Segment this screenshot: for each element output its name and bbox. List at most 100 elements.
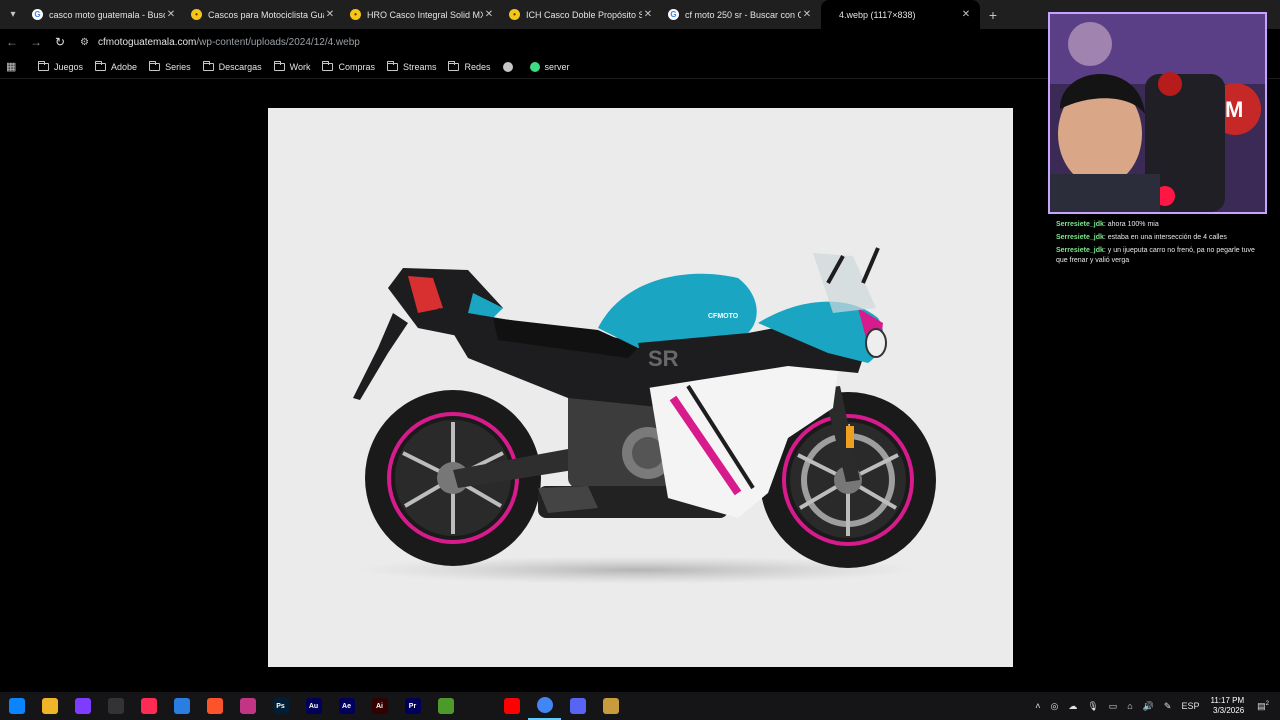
taskbar-app[interactable] bbox=[561, 692, 594, 720]
obs-icon bbox=[74, 698, 91, 714]
bookmark-item[interactable]: Adobe bbox=[95, 60, 138, 72]
taskbar-app[interactable]: Ps bbox=[264, 692, 297, 720]
cat-icon: • bbox=[509, 9, 520, 20]
folder-icon bbox=[38, 60, 49, 71]
taskbar-app[interactable] bbox=[594, 692, 627, 720]
taskbar-app[interactable] bbox=[66, 692, 99, 720]
premiere-icon: Pr bbox=[404, 698, 421, 714]
taskbar-app[interactable] bbox=[495, 692, 528, 720]
bookmark-label: Adobe bbox=[111, 61, 138, 72]
clock[interactable]: 11:17 PM 3/3/2026 bbox=[1210, 696, 1244, 716]
tab-title: Cascos para Motociclista Guatemala bbox=[208, 9, 324, 20]
taskbar-app[interactable]: Ae bbox=[330, 692, 363, 720]
browser-tab[interactable]: • HRO Casco Integral Solid MX331✕ bbox=[344, 0, 503, 29]
tab-search-button[interactable]: ▾ bbox=[0, 0, 26, 29]
taskbar-app[interactable] bbox=[231, 692, 264, 720]
chat-message: Serresiete_jdk: ahora 100% mia bbox=[1056, 221, 1159, 228]
file-explorer-icon bbox=[41, 698, 58, 714]
url-host: cfmotoguatemala.com bbox=[98, 36, 197, 48]
cat-icon: • bbox=[350, 9, 361, 20]
tank-logo: CFMOTO bbox=[708, 313, 739, 320]
motorcycle-image: CFMOTO SR bbox=[353, 247, 936, 584]
close-tab-icon[interactable]: ✕ bbox=[801, 9, 813, 20]
league-icon bbox=[602, 698, 619, 714]
bookmark-label: Redes bbox=[464, 61, 491, 72]
taskbar-app[interactable] bbox=[33, 692, 66, 720]
chat-text: ahora 100% mia bbox=[1107, 221, 1159, 228]
bookmark-label: Series bbox=[165, 61, 191, 72]
notification-count: 2 bbox=[1265, 700, 1269, 707]
volume-icon[interactable]: 🔊 bbox=[1143, 701, 1154, 712]
folder-icon bbox=[386, 60, 398, 71]
close-tab-icon[interactable]: ✕ bbox=[324, 9, 336, 20]
taskbar: Ps Au Ae Ai Pr ˄ ◎ ☁ 🎙 ▭ ⌂ 🔊 ✎ ESP 11:17 PM … bbox=[0, 692, 1280, 720]
bookmark-item[interactable]: Streams bbox=[386, 60, 436, 72]
taskbar-app[interactable]: Ai bbox=[363, 692, 396, 720]
notifications-icon[interactable]: ▤2 bbox=[1257, 701, 1269, 712]
google-icon: G bbox=[32, 9, 43, 20]
taskbar-app[interactable] bbox=[99, 692, 132, 720]
chat-message: Serresiete_jdk: y un ijueputa carro no f… bbox=[1056, 247, 1255, 264]
bookmark-item[interactable]: Series bbox=[149, 60, 191, 72]
folder-icon bbox=[448, 60, 460, 71]
taskbar-app[interactable]: Pr bbox=[396, 692, 429, 720]
bookmark-item[interactable] bbox=[502, 61, 518, 72]
folder-icon bbox=[273, 60, 285, 71]
browser-tab[interactable]: • ICH Casco Doble Propósito Solid✕ bbox=[503, 0, 662, 29]
reload-button[interactable]: ↻ bbox=[48, 29, 72, 55]
close-tab-icon[interactable]: ✕ bbox=[960, 9, 972, 20]
bookmark-item[interactable]: Work bbox=[273, 60, 310, 72]
language-indicator[interactable]: ESP bbox=[1181, 701, 1199, 711]
pen-icon[interactable]: ✎ bbox=[1164, 701, 1172, 712]
taskbar-app[interactable] bbox=[132, 692, 165, 720]
network-icon[interactable]: ⌂ bbox=[1127, 701, 1132, 711]
clock-date: 3/3/2026 bbox=[1213, 706, 1245, 715]
close-tab-icon[interactable]: ✕ bbox=[483, 9, 495, 20]
github-icon bbox=[502, 61, 513, 72]
bookmark-label: Juegos bbox=[54, 61, 84, 72]
vpn-icon[interactable]: ◎ bbox=[1050, 701, 1058, 712]
browser-tab[interactable]: Gcf moto 250 sr - Buscar con Google✕ bbox=[662, 0, 821, 29]
brave-icon bbox=[206, 698, 223, 714]
folder-icon bbox=[95, 60, 107, 71]
taskbar-app[interactable] bbox=[198, 692, 231, 720]
chat-username: Serresiete_jdk bbox=[1056, 247, 1104, 254]
close-tab-icon[interactable]: ✕ bbox=[642, 9, 654, 20]
close-tab-icon[interactable]: ✕ bbox=[165, 9, 177, 20]
browser-tab[interactable]: 4.webp (1117×838) ✕ bbox=[821, 0, 980, 29]
after-effects-icon: Ae bbox=[338, 698, 355, 714]
bookmark-item[interactable]: Descargas bbox=[202, 60, 262, 72]
chevron-up-icon[interactable]: ˄ bbox=[1035, 701, 1040, 711]
headlight bbox=[865, 328, 887, 358]
audition-icon: Au bbox=[305, 698, 322, 714]
taskbar-app[interactable] bbox=[462, 692, 495, 720]
site-info-icon[interactable]: ⚙ bbox=[80, 37, 94, 48]
speedtest-icon bbox=[107, 698, 124, 714]
address-bar[interactable]: ⚙ cfmotoguatemala.com/wp-content/uploads… bbox=[80, 31, 1030, 53]
folder-icon bbox=[202, 60, 214, 71]
streamer-webcam: M bbox=[1050, 14, 1265, 212]
forward-button[interactable]: → bbox=[24, 29, 48, 55]
stream-chat: Serresiete_jdk: ahora 100% mia Serresiete… bbox=[1056, 220, 1266, 269]
taskbar-app[interactable] bbox=[0, 692, 33, 720]
display-icon[interactable]: ▭ bbox=[1109, 701, 1118, 712]
cloud-icon[interactable]: ☁ bbox=[1068, 701, 1077, 712]
new-tab-button[interactable]: + bbox=[980, 7, 1006, 23]
browser-tab[interactable]: Gcasco moto guatemala - Buscar con Googl… bbox=[26, 0, 185, 29]
google-icon: G bbox=[668, 9, 679, 20]
chat-text: estaba en una intersección de 4 calles bbox=[1107, 234, 1227, 241]
bookmark-item[interactable]: server bbox=[529, 61, 570, 72]
browser-tab[interactable]: • Cascos para Motociclista Guatemala✕ bbox=[185, 0, 344, 29]
back-button[interactable]: ← bbox=[0, 29, 24, 55]
bookmark-item[interactable]: Compras bbox=[322, 60, 375, 72]
microphone-icon[interactable]: 🎙 bbox=[1087, 701, 1098, 712]
bookmark-item[interactable]: Juegos bbox=[38, 60, 84, 72]
tab-title: 4.webp (1117×838) bbox=[839, 9, 916, 20]
taskbar-app[interactable] bbox=[165, 692, 198, 720]
taskbar-app[interactable] bbox=[429, 692, 462, 720]
folder-icon bbox=[149, 60, 161, 71]
taskbar-app[interactable]: Au bbox=[297, 692, 330, 720]
apps-grid-icon[interactable]: ▦ bbox=[6, 60, 26, 73]
taskbar-app[interactable] bbox=[528, 692, 561, 720]
bookmark-item[interactable]: Redes bbox=[448, 60, 491, 72]
